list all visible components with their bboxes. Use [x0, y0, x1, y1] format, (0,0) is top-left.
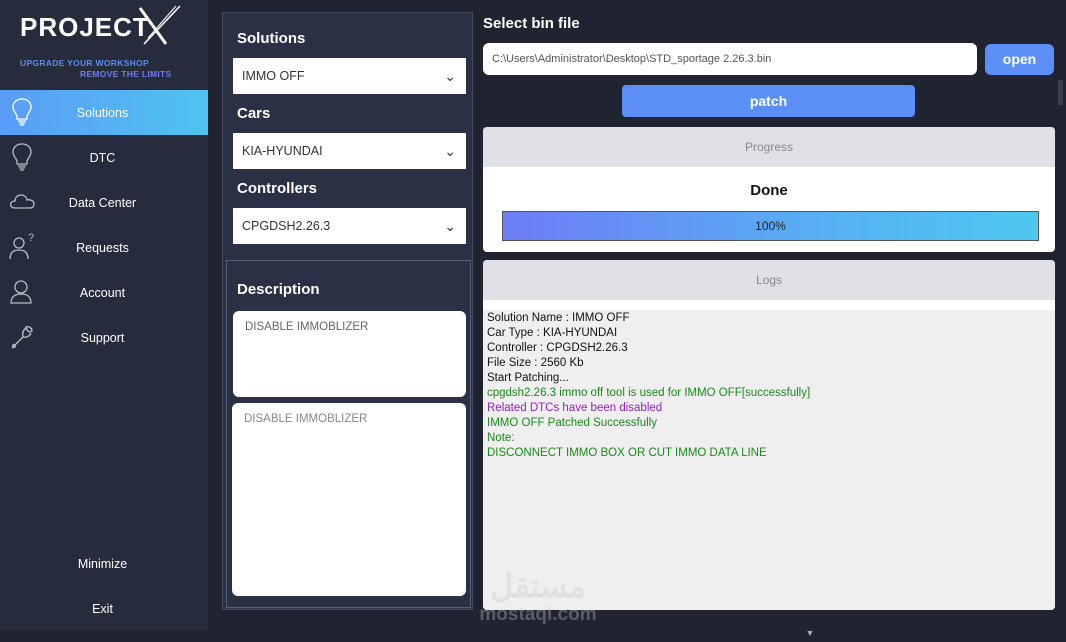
- sidebar-item-solutions[interactable]: Solutions: [0, 90, 208, 135]
- controllers-label: Controllers: [237, 180, 318, 197]
- sidebar-item-label: Data Center: [68, 195, 137, 210]
- sidebar-item-label: Requests: [76, 240, 129, 255]
- solutions-label: Solutions: [237, 30, 306, 47]
- chevron-down-icon: ⌄: [444, 143, 456, 159]
- log-line: File Size : 2560 Kb: [487, 357, 584, 369]
- log-line: Solution Name : IMMO OFF: [487, 312, 630, 324]
- bin-path-input[interactable]: [483, 43, 977, 75]
- sidebar-item-account[interactable]: Account: [0, 270, 208, 315]
- brand-x-icon: [138, 5, 181, 45]
- log-line: IMMO OFF Patched Successfully: [487, 417, 657, 429]
- sidebar-item-support[interactable]: Support: [0, 315, 208, 360]
- sidebar-item-label: Account: [79, 285, 126, 300]
- solutions-select[interactable]: IMMO OFF ⌄: [233, 58, 466, 94]
- patch-button[interactable]: patch: [622, 85, 915, 117]
- select-bin-label: Select bin file: [483, 15, 580, 32]
- logs-header: Logs: [483, 260, 1055, 300]
- logs-card: Logs Solution Name : IMMO OFF Car Type : …: [483, 260, 1055, 610]
- sidebar: PROJECT UPGRADE YOUR WORKSHOP REMOVE THE…: [0, 0, 208, 630]
- scrollbar-thumb[interactable]: [1058, 80, 1063, 105]
- scroll-down-arrow-icon[interactable]: ▼: [803, 628, 817, 640]
- description-label: Description: [237, 281, 320, 298]
- log-line: cpgdsh2.26.3 immo off tool is used for I…: [487, 387, 811, 399]
- watermark-arabic: مستقل: [490, 568, 586, 604]
- sidebar-item-data-center[interactable]: Data Center: [0, 180, 208, 225]
- brand-title: PROJECT: [20, 12, 150, 42]
- sidebar-item-label: Solutions: [76, 105, 129, 120]
- solutions-select-value: IMMO OFF: [242, 69, 305, 83]
- controllers-select-value: CPGDSH2.26.3: [242, 219, 331, 233]
- cars-select-value: KIA-HYUNDAI: [242, 144, 323, 158]
- progress-header: Progress: [483, 127, 1055, 167]
- chevron-down-icon: ⌄: [444, 218, 456, 234]
- logs-body: Solution Name : IMMO OFF Car Type : KIA-H…: [483, 310, 1055, 610]
- cars-select[interactable]: KIA-HYUNDAI ⌄: [233, 133, 466, 169]
- log-line: DISCONNECT IMMO BOX OR CUT IMMO DATA LIN…: [487, 447, 767, 459]
- exit-button[interactable]: Exit: [0, 589, 205, 629]
- log-line: Car Type : KIA-HYUNDAI: [487, 327, 618, 339]
- log-line: Note:: [487, 432, 515, 444]
- description-card-2: DISABLE IMMOBLIZER: [232, 403, 466, 596]
- open-button[interactable]: open: [985, 44, 1054, 75]
- sidebar-item-dtc[interactable]: DTC: [0, 135, 208, 180]
- controllers-select[interactable]: CPGDSH2.26.3 ⌄: [233, 208, 466, 244]
- progress-bar: 100%: [502, 211, 1039, 241]
- log-line: Controller : CPGDSH2.26.3: [487, 342, 628, 354]
- progress-status: Done: [750, 182, 788, 199]
- log-line: Start Patching...: [487, 372, 569, 384]
- description-card-1: DISABLE IMMOBLIZER: [233, 311, 466, 397]
- watermark: مستقل mostaql.com: [468, 568, 608, 630]
- sidebar-item-label: Support: [80, 330, 125, 345]
- cars-label: Cars: [237, 105, 271, 122]
- log-line: Related DTCs have been disabled: [487, 402, 663, 414]
- chevron-down-icon: ⌄: [444, 68, 456, 84]
- brand-logo: PROJECT UPGRADE YOUR WORKSHOP REMOVE THE…: [20, 5, 195, 88]
- minimize-button[interactable]: Minimize: [0, 544, 205, 584]
- sidebar-item-requests[interactable]: ? Requests: [0, 225, 208, 270]
- brand-tagline-2: REMOVE THE LIMITS: [80, 69, 172, 79]
- watermark-latin: mostaql.com: [479, 604, 597, 625]
- progress-percent: 100%: [755, 219, 786, 233]
- sidebar-item-label: DTC: [89, 150, 116, 165]
- solution-form-panel: Solutions IMMO OFF ⌄ Cars KIA-HYUNDAI ⌄ …: [222, 12, 473, 610]
- brand-tagline-1: UPGRADE YOUR WORKSHOP: [20, 58, 149, 68]
- progress-card: Progress Done 100%: [483, 127, 1055, 252]
